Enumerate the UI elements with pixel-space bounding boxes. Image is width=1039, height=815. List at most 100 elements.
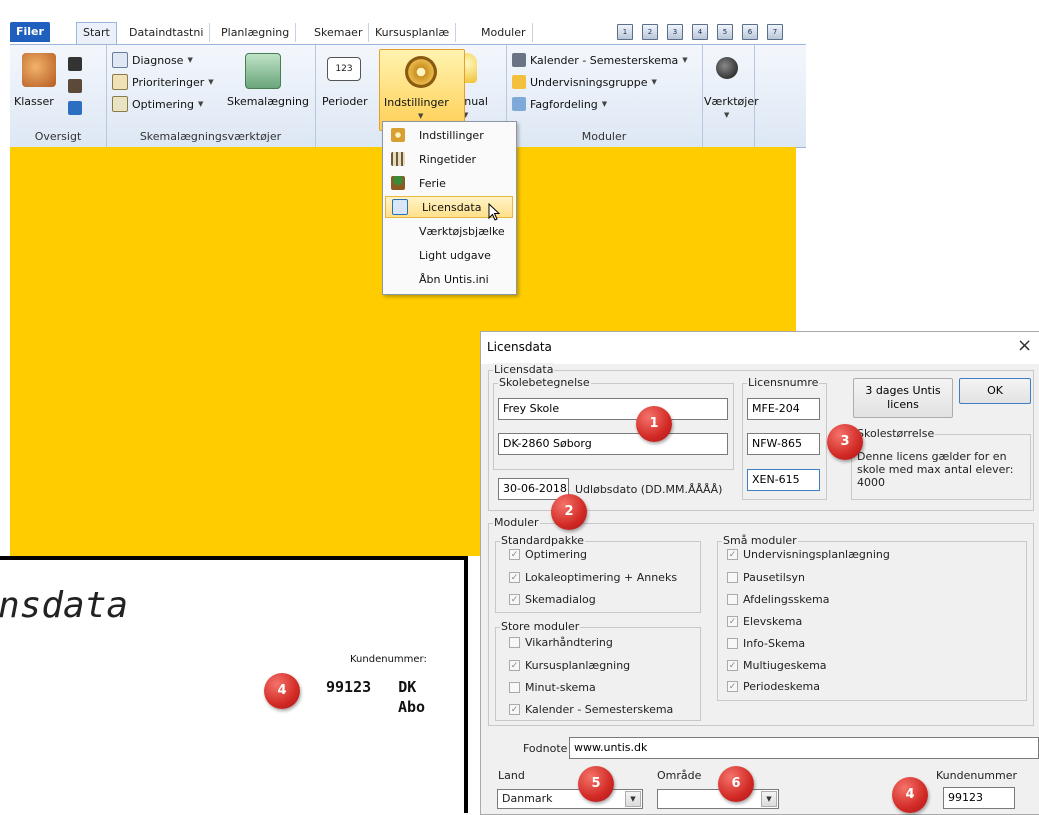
kundenummer-label: Kundenummer	[936, 769, 1018, 782]
quick-access-icon-2[interactable]: 2	[642, 24, 658, 40]
menu-item-ringetider[interactable]: Ringetider	[385, 148, 513, 170]
school-address-field[interactable]: DK-2860 Søborg	[498, 433, 728, 455]
school-name-field[interactable]: Frey Skole	[498, 398, 728, 420]
quick-access-icon-4[interactable]: 4	[692, 24, 708, 40]
checkbox-label: Info-Skema	[743, 636, 806, 650]
chevron-down-icon: ▼	[601, 100, 608, 108]
checkbox-box: ✓	[727, 548, 738, 560]
prioriteringer-button[interactable]: Prioriteringer ▼	[112, 73, 214, 91]
perioder-button[interactable]: Perioder	[322, 95, 368, 108]
checkbox-elevskema[interactable]: ✓ Elevskema	[727, 613, 802, 629]
checkbox-afdelingsskema[interactable]: Afdelingsskema	[727, 591, 830, 607]
classes-icon[interactable]	[22, 53, 56, 87]
license-number-2-field[interactable]: NFW-865	[747, 433, 820, 455]
chevron-down-icon: ▼	[651, 78, 657, 86]
skemalaegning-button[interactable]: Skemalægning	[227, 95, 309, 108]
room-icon[interactable]	[68, 79, 82, 93]
menu-item-ferie[interactable]: Ferie	[385, 172, 513, 194]
kalender-semesterskema-button[interactable]: Kalender - Semesterskema ▼	[512, 51, 688, 69]
schedule-hand-icon[interactable]	[245, 53, 281, 89]
undervisningsgruppe-button[interactable]: Undervisningsgruppe ▼	[512, 73, 657, 91]
quick-access-icon-5[interactable]: 5	[717, 24, 733, 40]
checkbox-kursusplanlaegning[interactable]: ✓ Kursusplanlægning	[509, 657, 630, 673]
tab-filer[interactable]: Filer	[10, 22, 50, 42]
stethoscope-icon	[112, 52, 128, 68]
teacher-icon[interactable]	[68, 57, 82, 71]
tab-kursusplanlaegning[interactable]: Kursusplanlæ	[369, 23, 457, 42]
menu-item-indstillinger[interactable]: Indstillinger	[385, 124, 513, 146]
calculator-icon	[112, 96, 128, 112]
quick-access-icon-6[interactable]: 6	[742, 24, 758, 40]
chevron-down-icon: ▼	[418, 112, 424, 120]
license-number-3-field[interactable]: XEN-615	[747, 469, 820, 491]
menu-item-aabn-untis-ini[interactable]: Åbn Untis.ini	[385, 268, 513, 290]
skolestorrelse-legend: Skolestørrelse	[856, 427, 936, 440]
checkbox-lokaleoptimering[interactable]: ✓ Lokaleoptimering + Anneks	[509, 569, 677, 585]
tab-start[interactable]: Start	[76, 22, 117, 44]
licensdata-dialog: Licensdata × Licensdata Skolebetegnelse …	[480, 331, 1039, 815]
checkbox-info-skema[interactable]: Info-Skema	[727, 635, 805, 651]
tab-dataindtastning[interactable]: Dataindtastni	[123, 23, 211, 42]
checkbox-box: ✓	[509, 659, 520, 671]
trial-license-button[interactable]: 3 dages Untis licens	[853, 378, 953, 418]
menu-item-licensdata[interactable]: Licensdata	[385, 196, 513, 221]
checkbox-periodeskema[interactable]: ✓ Periodeskema	[727, 678, 820, 694]
diagnose-button[interactable]: Diagnose ▼	[112, 51, 193, 69]
tools-icon[interactable]	[716, 57, 738, 79]
calendar-icon	[512, 53, 526, 67]
kalender-label: Kalender - Semesterskema	[530, 53, 679, 67]
indstillinger-button[interactable]: Indstillinger ▼	[379, 49, 465, 131]
checkbox-box	[727, 593, 738, 605]
fodnote-field[interactable]: www.untis.dk	[569, 737, 1039, 759]
bell-times-icon	[391, 152, 405, 166]
checkbox-multiugeskema[interactable]: ✓ Multiugeskema	[727, 657, 827, 673]
quick-access-icon-7[interactable]: 7	[767, 24, 783, 40]
checkbox-skemadialog[interactable]: ✓ Skemadialog	[509, 591, 596, 607]
chevron-down-icon[interactable]: ▼	[761, 791, 777, 807]
store-moduler-legend: Store moduler	[500, 620, 581, 633]
kundenummer-field[interactable]: 99123	[943, 787, 1015, 809]
optimering-button[interactable]: Optimering ▼	[112, 95, 203, 113]
quick-access-icon-3[interactable]: 3	[667, 24, 683, 40]
licensdata-legend: Licensdata	[493, 363, 555, 376]
expiry-date-label: Udløbsdato (DD.MM.ÅÅÅÅ)	[575, 483, 723, 496]
checkbox-box: ✓	[509, 571, 520, 583]
menu-item-label: Light udgave	[419, 248, 491, 262]
checkbox-pausetilsyn[interactable]: Pausetilsyn	[727, 569, 805, 585]
group-label-skemalaegningsvaerktojer: Skemalægningsværktøjer	[139, 130, 282, 143]
chevron-down-icon[interactable]: ▼	[625, 791, 641, 807]
license-number-1-field[interactable]: MFE-204	[747, 398, 820, 420]
tab-planlaegning[interactable]: Planlægning	[215, 23, 297, 42]
klasser-button[interactable]: Klasser	[14, 95, 54, 108]
callout-badge-4-dialog: 4	[892, 777, 928, 813]
fagfordeling-button[interactable]: Fagfordeling ▼	[512, 95, 607, 113]
checkbox-minut-skema[interactable]: Minut-skema	[509, 679, 596, 695]
ok-button[interactable]: OK	[959, 378, 1031, 404]
menu-item-vaerktojsbjaelke[interactable]: Værktøjsbjælke	[385, 220, 513, 242]
gear-icon	[405, 56, 437, 88]
checkbox-label: Pausetilsyn	[743, 570, 805, 584]
checkbox-kalender-semesterskema[interactable]: ✓ Kalender - Semesterskema	[509, 701, 673, 717]
close-icon[interactable]: ×	[1017, 335, 1032, 356]
subject-icon[interactable]	[68, 101, 82, 115]
callout-badge-5: 5	[578, 766, 614, 802]
tab-skemaer[interactable]: Skemaer	[308, 23, 370, 42]
checkbox-vikarhaandtering[interactable]: Vikarhåndtering	[509, 634, 613, 650]
license-certificate-excerpt: nsdata Kundenummer: 99123 DK Abo	[0, 556, 468, 813]
omraade-select[interactable]: ▼	[657, 789, 779, 809]
quick-access-icon-1[interactable]: 1	[617, 24, 633, 40]
ribbon-tab-strip: Filer Start Dataindtastni Planlægning Sk…	[10, 20, 806, 44]
land-select[interactable]: Danmark ▼	[497, 789, 643, 809]
chevron-down-icon: ▼	[208, 78, 214, 86]
menu-item-light-udgave[interactable]: Light udgave	[385, 244, 513, 266]
checkbox-optimering[interactable]: ✓ Optimering	[509, 546, 587, 562]
periods-icon[interactable]: 123	[327, 57, 361, 81]
indstillinger-dropdown-menu: Indstillinger Ringetider Ferie Licensdat…	[382, 121, 517, 295]
certificate-heading: nsdata	[0, 585, 129, 626]
vaerktojer-button[interactable]: Værktøjer	[704, 95, 759, 108]
menu-item-label: Værktøjsbjælke	[419, 224, 505, 238]
callout-badge-1: 1	[636, 406, 672, 442]
checkbox-box	[727, 637, 738, 649]
checkbox-undervisningsplanlaegning[interactable]: ✓ Undervisningsplanlægning	[727, 546, 890, 562]
tab-moduler[interactable]: Moduler	[475, 23, 533, 42]
